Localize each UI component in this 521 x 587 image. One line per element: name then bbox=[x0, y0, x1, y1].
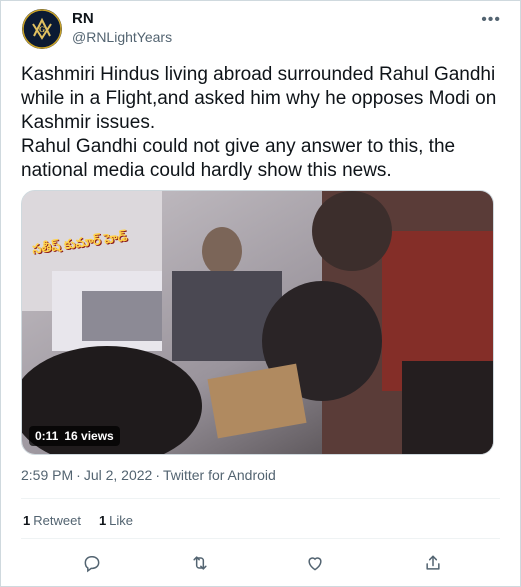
retweets-label: Retweet bbox=[33, 513, 81, 528]
reply-icon[interactable] bbox=[78, 549, 106, 577]
divider bbox=[21, 538, 500, 539]
retweets-count: 1 bbox=[23, 513, 31, 528]
masonic-logo-icon: G bbox=[22, 9, 62, 49]
more-icon[interactable]: ••• bbox=[481, 11, 501, 29]
tweet-date[interactable]: Jul 2, 2022 bbox=[84, 467, 153, 483]
video-views: 16 views bbox=[64, 429, 114, 443]
svg-text:G: G bbox=[39, 25, 45, 34]
video-duration: 0:11 bbox=[35, 429, 59, 443]
tweet-text: Kashmiri Hindus living abroad surrounded… bbox=[21, 63, 501, 183]
likes-label: Like bbox=[109, 513, 134, 528]
tweet-card: G RN @RNLightYears ••• Kashmiri Hindus l… bbox=[0, 0, 521, 587]
tweet-paragraph: Kashmiri Hindus living abroad surrounded… bbox=[21, 64, 497, 133]
video-info-badge: 0:11 16 views bbox=[29, 426, 120, 446]
tweet-paragraph: Rahul Gandhi could not give any answer t… bbox=[21, 136, 456, 181]
heart-icon[interactable] bbox=[301, 549, 329, 577]
author-handle[interactable]: @RNLightYears bbox=[72, 29, 172, 45]
share-icon[interactable] bbox=[419, 549, 447, 577]
retweet-icon[interactable] bbox=[186, 549, 214, 577]
tweet-stats: 1 Retweet 1 Like bbox=[23, 513, 133, 528]
tweet-time[interactable]: 2:59 PM bbox=[21, 467, 73, 483]
tweet-source[interactable]: Twitter for Android bbox=[163, 467, 276, 483]
author-name[interactable]: RN bbox=[72, 10, 94, 27]
video-player[interactable]: సతీష్ కుమార్ హెడ్ bbox=[21, 190, 494, 455]
video-frame bbox=[22, 191, 493, 454]
likes-count: 1 bbox=[98, 513, 107, 528]
retweets-stat[interactable]: 1 Retweet bbox=[23, 513, 81, 528]
likes-stat[interactable]: 1 Like bbox=[99, 513, 133, 528]
tweet-meta: 2:59 PM · Jul 2, 2022 · Twitter for Android bbox=[21, 467, 276, 483]
tweet-actions bbox=[1, 549, 520, 577]
divider bbox=[21, 498, 500, 499]
avatar[interactable]: G bbox=[22, 9, 62, 49]
